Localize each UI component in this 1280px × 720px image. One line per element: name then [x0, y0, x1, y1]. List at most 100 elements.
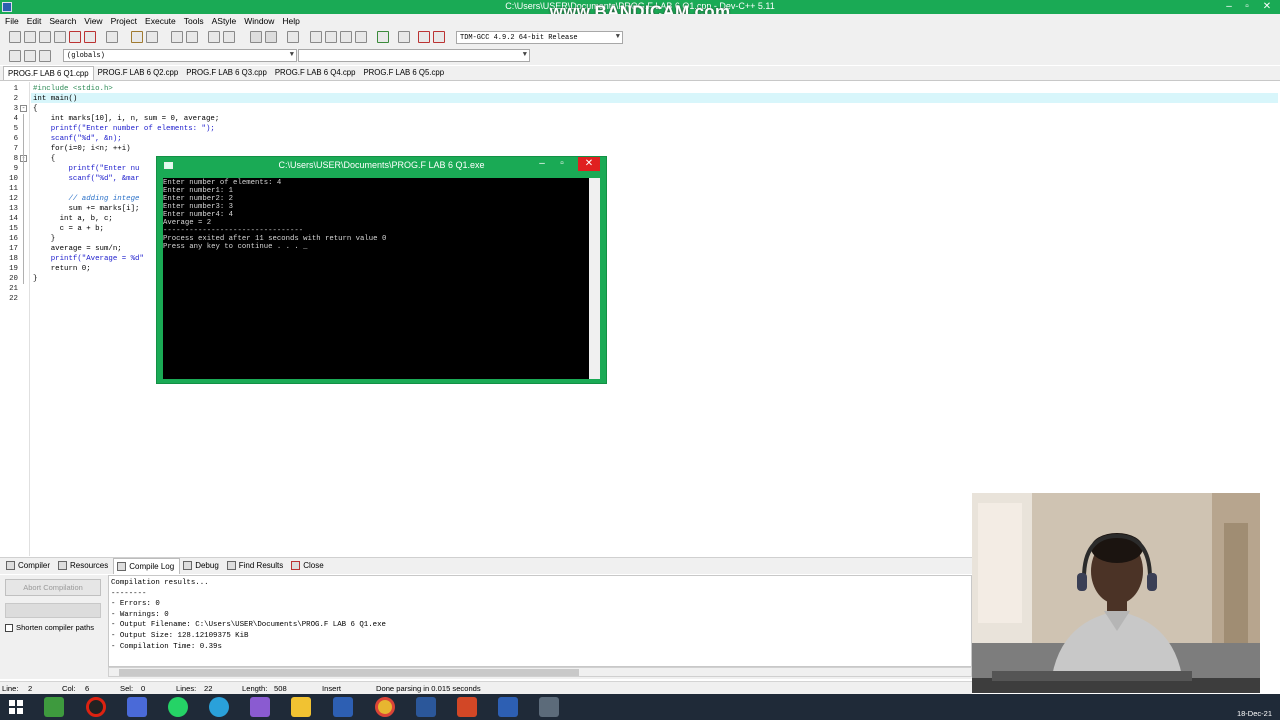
save-all-icon[interactable] [54, 31, 66, 43]
fold-icon[interactable]: - [20, 105, 27, 112]
menu-project[interactable]: Project [111, 16, 137, 26]
toggle-bookmark-icon[interactable] [24, 50, 36, 62]
whatsapp-icon[interactable] [168, 697, 188, 717]
word-icon[interactable] [416, 697, 436, 717]
code-line[interactable]: int marks[10], i, n, sum = 0, average; [33, 114, 220, 124]
shorten-paths-option[interactable]: Shorten compiler paths [5, 623, 94, 632]
app-icon[interactable] [44, 697, 64, 717]
console-scrollbar[interactable] [589, 178, 600, 379]
tab-q2[interactable]: PROG.F LAB 6 Q2.cpp [94, 66, 183, 80]
console-close-icon[interactable]: ✕ [578, 157, 600, 171]
find-icon[interactable] [171, 31, 183, 43]
explorer-icon[interactable] [291, 697, 311, 717]
scope-select[interactable]: (globals) ▼ [63, 49, 297, 62]
code-line[interactable]: average = sum/n; [33, 244, 122, 254]
log-horizontal-scrollbar[interactable] [108, 667, 972, 677]
console-window[interactable]: C:\Users\USER\Documents\PROG.F LAB 6 Q1.… [156, 156, 607, 384]
code-line[interactable]: // adding intege [33, 194, 139, 204]
minimize-icon[interactable]: – [1220, 0, 1238, 14]
tab-close[interactable]: Close [288, 558, 328, 574]
compile-log[interactable]: Compilation results... -------- - Errors: … [108, 575, 972, 667]
profile-icon[interactable] [418, 31, 430, 43]
unindent-icon[interactable] [223, 31, 235, 43]
close-icon[interactable]: ✕ [1258, 0, 1276, 14]
menu-window[interactable]: Window [244, 16, 274, 26]
start-icon[interactable] [6, 697, 26, 717]
undo-icon[interactable] [131, 31, 143, 43]
delete-profile-icon[interactable] [433, 31, 445, 43]
rebuild-icon[interactable] [355, 31, 367, 43]
console-maximize-icon[interactable]: ▫ [554, 157, 570, 171]
member-select[interactable]: ▼ [298, 49, 530, 62]
devcpp-running-icon[interactable] [498, 697, 518, 717]
replace-icon[interactable] [186, 31, 198, 43]
syntax-check-icon[interactable] [377, 31, 389, 43]
code-line[interactable]: printf("Average = %d" [33, 254, 144, 264]
code-line[interactable]: int a, b, c; [33, 214, 113, 224]
console-icon[interactable] [539, 697, 559, 717]
code-line[interactable]: return 0; [33, 264, 91, 274]
tab-q1[interactable]: PROG.F LAB 6 Q1.cpp [3, 66, 94, 80]
tab-compiler[interactable]: Compiler [3, 558, 55, 574]
insert-icon[interactable] [9, 50, 21, 62]
new-file-icon[interactable] [9, 31, 21, 43]
feather-icon[interactable] [250, 697, 270, 717]
shorten-paths-checkbox[interactable] [5, 623, 13, 632]
goto-icon[interactable] [287, 31, 299, 43]
tab-find-results[interactable]: Find Results [224, 558, 288, 574]
telegram-icon[interactable] [209, 697, 229, 717]
menu-execute[interactable]: Execute [145, 16, 176, 26]
tab-q3[interactable]: PROG.F LAB 6 Q3.cpp [182, 66, 271, 80]
tab-q4[interactable]: PROG.F LAB 6 Q4.cpp [271, 66, 360, 80]
stop-execution-icon[interactable] [398, 31, 410, 43]
record-icon[interactable] [86, 697, 106, 717]
save-icon[interactable] [39, 31, 51, 43]
code-line[interactable]: scanf("%d", &n); [33, 134, 122, 144]
redo-icon[interactable] [146, 31, 158, 43]
abort-compilation-button[interactable]: Abort Compilation [5, 579, 101, 596]
indent-icon[interactable] [208, 31, 220, 43]
menu-view[interactable]: View [84, 16, 102, 26]
compiler-select[interactable]: TDM-GCC 4.9.2 64-bit Release ▼ [456, 31, 623, 44]
back-icon[interactable] [250, 31, 262, 43]
tab-resources[interactable]: Resources [55, 558, 113, 574]
tab-compile-log[interactable]: Compile Log [113, 558, 181, 574]
menu-file[interactable]: File [5, 16, 19, 26]
console-minimize-icon[interactable]: – [534, 157, 550, 171]
code-line[interactable]: { [33, 154, 55, 164]
menu-edit[interactable]: Edit [27, 16, 42, 26]
close-file-icon[interactable] [69, 31, 81, 43]
tab-debug[interactable]: Debug [180, 558, 224, 574]
goto-bookmark-icon[interactable] [39, 50, 51, 62]
tab-q5[interactable]: PROG.F LAB 6 Q5.cpp [359, 66, 448, 80]
close-all-icon[interactable] [84, 31, 96, 43]
menu-astyle[interactable]: AStyle [212, 16, 237, 26]
menu-tools[interactable]: Tools [184, 16, 204, 26]
code-line[interactable]: #include <stdio.h> [33, 84, 113, 94]
open-file-icon[interactable] [24, 31, 36, 43]
forward-icon[interactable] [265, 31, 277, 43]
code-line[interactable]: } [33, 274, 37, 284]
code-line[interactable]: int main() [33, 94, 77, 104]
compile-run-icon[interactable] [340, 31, 352, 43]
compile-icon[interactable] [310, 31, 322, 43]
code-line[interactable]: printf("Enter number of elements: "); [33, 124, 215, 134]
menu-help[interactable]: Help [282, 16, 299, 26]
code-line[interactable]: printf("Enter nu [33, 164, 139, 174]
devcpp-icon[interactable] [333, 697, 353, 717]
code-line[interactable]: c = a + b; [33, 224, 104, 234]
menu-search[interactable]: Search [49, 16, 76, 26]
code-line[interactable]: for(i=0; i<n; ++i) [33, 144, 131, 154]
code-line[interactable]: scanf("%d", &mar [33, 174, 139, 184]
maximize-icon[interactable]: ▫ [1238, 0, 1256, 14]
code-line[interactable]: sum += marks[i]; [33, 204, 139, 214]
code-line[interactable]: } [33, 234, 55, 244]
scroll-thumb[interactable] [119, 669, 579, 676]
browser-icon[interactable] [127, 697, 147, 717]
powerpoint-icon[interactable] [457, 697, 477, 717]
run-icon[interactable] [325, 31, 337, 43]
console-output[interactable]: Enter number of elements: 4 Enter number1… [163, 178, 591, 379]
print-icon[interactable] [106, 31, 118, 43]
chrome-icon[interactable] [375, 697, 395, 717]
code-line[interactable]: { [33, 104, 37, 114]
